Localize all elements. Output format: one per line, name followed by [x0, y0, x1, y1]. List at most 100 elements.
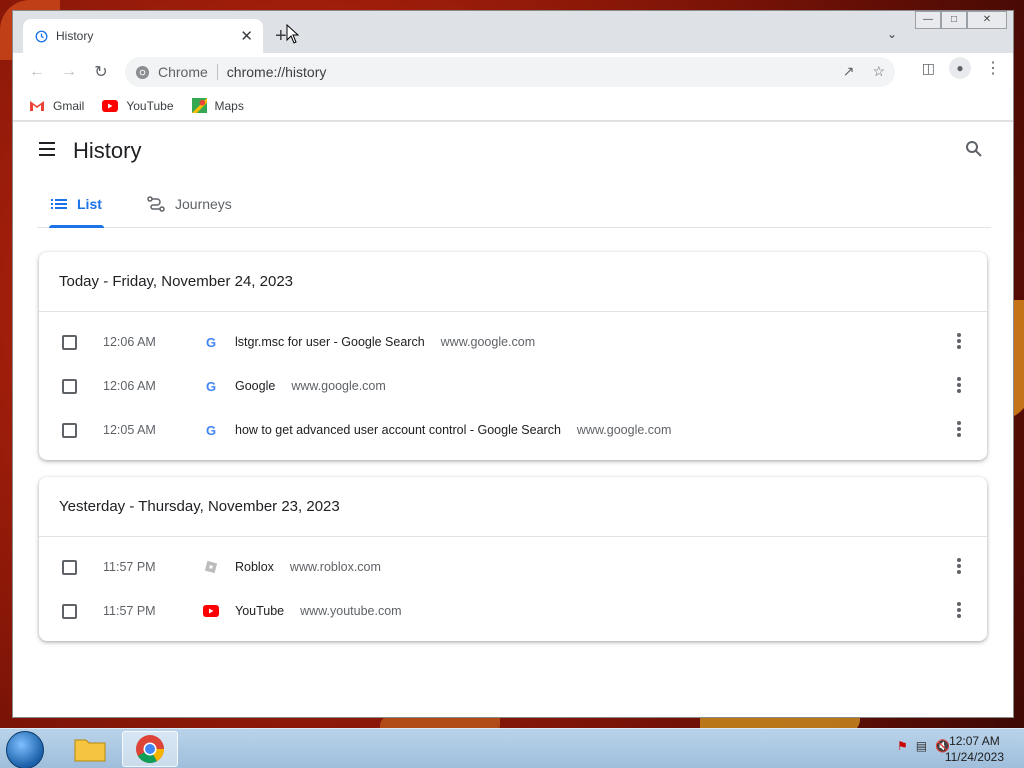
- more-actions-icon[interactable]: [957, 377, 961, 395]
- address-bar[interactable]: Chrome chrome://history ↗ ☆: [125, 57, 895, 87]
- history-entry[interactable]: 11:57 PM Roblox www.roblox.com: [39, 545, 987, 589]
- tab-title: History: [56, 29, 94, 43]
- chrome-icon: [136, 735, 164, 763]
- card-date-heading: Yesterday - Thursday, November 23, 2023: [39, 477, 987, 537]
- entry-title[interactable]: YouTube: [235, 604, 284, 618]
- history-card-today: Today - Friday, November 24, 2023 12:06 …: [39, 252, 987, 460]
- entry-time: 12:06 AM: [103, 335, 156, 349]
- bookmark-label: Maps: [214, 98, 244, 113]
- entry-title[interactable]: Google: [235, 379, 275, 393]
- back-button[interactable]: ←: [21, 63, 53, 81]
- entry-checkbox[interactable]: [62, 422, 77, 438]
- more-actions-icon[interactable]: [957, 602, 961, 620]
- tab-journeys[interactable]: Journeys: [147, 180, 232, 228]
- maps-icon: [191, 98, 207, 113]
- tab-label: List: [77, 196, 102, 212]
- search-icon[interactable]: [965, 140, 983, 158]
- omnibox-chip-label: Chrome: [158, 64, 208, 80]
- history-entry[interactable]: 12:06 AM G Google www.google.com: [39, 364, 987, 408]
- bookmark-maps[interactable]: Maps: [191, 98, 244, 113]
- folder-icon: [74, 739, 106, 762]
- new-tab-button[interactable]: +: [275, 25, 287, 48]
- entry-checkbox[interactable]: [62, 378, 77, 394]
- hamburger-menu-icon[interactable]: [39, 142, 55, 160]
- list-icon: [51, 199, 67, 209]
- tab-label: Journeys: [175, 196, 232, 212]
- history-entry[interactable]: 12:05 AM G how to get advanced user acco…: [39, 408, 987, 452]
- network-icon[interactable]: ▤: [916, 739, 927, 753]
- share-icon[interactable]: ↗: [843, 63, 855, 80]
- bookmark-youtube[interactable]: YouTube: [102, 98, 174, 113]
- history-entry[interactable]: 11:57 PM YouTube www.youtube.com: [39, 589, 987, 633]
- close-window-button[interactable]: ✕: [967, 11, 1007, 29]
- tab-search-chevron-icon[interactable]: ⌄: [887, 27, 897, 41]
- bookmark-label: YouTube: [126, 98, 174, 113]
- action-center-flag-icon[interactable]: ⚑: [897, 739, 908, 753]
- profile-avatar[interactable]: ●: [949, 57, 971, 79]
- tab-list[interactable]: List: [51, 180, 102, 228]
- chrome-menu-icon[interactable]: ⋮: [985, 58, 1001, 78]
- entry-domain: www.roblox.com: [289, 560, 381, 574]
- more-actions-icon[interactable]: [957, 421, 961, 439]
- history-entry[interactable]: 12:06 AM G lstgr.msc for user - Google S…: [39, 320, 987, 364]
- taskbar: ⚑ ▤ 🔇 12:07 AM 11/24/2023: [0, 728, 1024, 768]
- active-tab-indicator: [49, 225, 104, 228]
- reload-button[interactable]: ↻: [85, 62, 117, 82]
- clock-date: 11/24/2023: [944, 750, 1004, 764]
- history-header: History: [13, 122, 1013, 180]
- youtube-favicon-icon: [203, 603, 219, 619]
- minimize-button[interactable]: —: [915, 11, 941, 29]
- bookmark-star-icon[interactable]: ☆: [872, 63, 885, 80]
- toolbar: ← → ↻ Chrome chrome://history ↗ ☆ ◫ ● ⋮: [13, 53, 1013, 91]
- entry-title[interactable]: Roblox: [235, 560, 274, 574]
- entry-domain: www.google.com: [291, 379, 386, 393]
- journeys-icon: [147, 196, 165, 212]
- system-tray: ⚑ ▤ 🔇: [897, 739, 950, 753]
- entry-time: 11:57 PM: [103, 604, 156, 618]
- maximize-button[interactable]: □: [941, 11, 967, 29]
- omnibox-separator: [216, 64, 218, 80]
- entry-time: 11:57 PM: [103, 560, 156, 574]
- google-favicon-icon: G: [205, 378, 217, 394]
- page-title: History: [73, 138, 142, 163]
- more-actions-icon[interactable]: [957, 558, 961, 576]
- entry-time: 12:05 AM: [103, 423, 156, 437]
- side-panel-icon[interactable]: ◫: [922, 60, 935, 77]
- history-page: History List Journeys Today - Friday, No…: [13, 122, 1013, 717]
- roblox-favicon-icon: [203, 559, 219, 575]
- bookmarks-bar: Gmail YouTube Maps: [13, 91, 1013, 121]
- gmail-icon: [30, 100, 44, 111]
- forward-button[interactable]: →: [53, 63, 85, 81]
- start-button[interactable]: [6, 731, 44, 768]
- history-card-yesterday: Yesterday - Thursday, November 23, 2023 …: [39, 477, 987, 641]
- omnibox-url[interactable]: chrome://history: [227, 64, 327, 80]
- entry-domain: www.youtube.com: [300, 604, 402, 618]
- entry-checkbox[interactable]: [62, 603, 77, 619]
- entry-checkbox[interactable]: [62, 334, 77, 350]
- entry-domain: www.google.com: [440, 335, 536, 349]
- tab-strip: History ✕ + ⌄ — □ ✕: [13, 11, 1013, 53]
- taskbar-chrome[interactable]: [122, 731, 178, 767]
- youtube-icon: [102, 99, 119, 112]
- entry-title[interactable]: how to get advanced user account control…: [235, 423, 561, 437]
- taskbar-clock[interactable]: 12:07 AM 11/24/2023: [945, 733, 1004, 765]
- history-icon: [35, 30, 48, 42]
- clock-time: 12:07 AM: [949, 734, 1000, 748]
- bookmark-label: Gmail: [53, 98, 85, 113]
- chrome-logo-icon: [135, 65, 150, 79]
- taskbar-explorer[interactable]: [62, 731, 118, 767]
- google-favicon-icon: G: [205, 422, 217, 438]
- google-favicon-icon: G: [205, 334, 217, 350]
- entry-time: 12:06 AM: [103, 379, 156, 393]
- more-actions-icon[interactable]: [957, 333, 961, 351]
- entry-checkbox[interactable]: [62, 559, 77, 575]
- close-tab-icon[interactable]: ✕: [240, 27, 253, 45]
- entry-title[interactable]: lstgr.msc for user - Google Search: [235, 335, 425, 349]
- history-tabs: List Journeys: [37, 180, 991, 228]
- card-date-heading: Today - Friday, November 24, 2023: [39, 252, 987, 312]
- tab-history[interactable]: History ✕: [23, 19, 263, 53]
- browser-window: History ✕ + ⌄ — □ ✕ ← → ↻ Chrome chrome:…: [12, 10, 1014, 718]
- mouse-cursor-icon: [286, 24, 300, 44]
- bookmark-gmail[interactable]: Gmail: [29, 99, 84, 113]
- entry-domain: www.google.com: [576, 423, 672, 437]
